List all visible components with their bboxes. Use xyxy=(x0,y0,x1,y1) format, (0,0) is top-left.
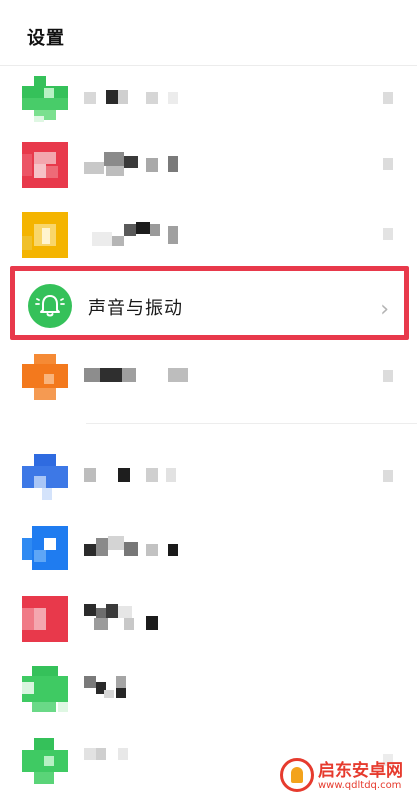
header: 设置 xyxy=(0,0,417,66)
page-title: 设置 xyxy=(27,28,65,49)
watermark-title: 启东安卓网 xyxy=(318,761,403,781)
right-indicator xyxy=(383,92,393,104)
watermark-url: www.qdltdq.com xyxy=(318,780,402,791)
settings-row-1[interactable] xyxy=(0,62,417,134)
sound-vibration-item[interactable] xyxy=(15,271,404,335)
sound-vibration-label: 声音与振动 xyxy=(88,298,183,319)
bell-icon xyxy=(28,284,72,328)
pixelated-app-icon xyxy=(22,666,68,712)
group-divider xyxy=(86,423,417,424)
pixelated-app-icon xyxy=(22,212,68,258)
chevron-right-icon: › xyxy=(380,297,389,322)
right-indicator xyxy=(383,470,393,482)
watermark: 启东安卓网 www.qdltdq.com xyxy=(280,756,415,798)
settings-row-5[interactable] xyxy=(0,340,417,412)
watermark-logo-icon xyxy=(280,758,314,792)
pixelated-app-icon xyxy=(22,454,68,500)
right-indicator xyxy=(383,370,393,382)
pixelated-app-icon xyxy=(22,738,68,784)
pixelated-app-icon xyxy=(22,142,68,188)
right-indicator xyxy=(383,228,393,240)
settings-row-3[interactable] xyxy=(0,198,417,270)
settings-row-6[interactable] xyxy=(0,440,417,512)
pixelated-app-icon xyxy=(22,354,68,400)
settings-row-8[interactable] xyxy=(0,582,417,654)
pixelated-app-icon xyxy=(22,526,68,572)
pixelated-app-icon xyxy=(22,76,68,122)
settings-row-7[interactable] xyxy=(0,512,417,584)
settings-row-9[interactable] xyxy=(0,652,417,724)
settings-row-2[interactable] xyxy=(0,128,417,200)
right-indicator xyxy=(383,158,393,170)
pixelated-app-icon xyxy=(22,596,68,642)
